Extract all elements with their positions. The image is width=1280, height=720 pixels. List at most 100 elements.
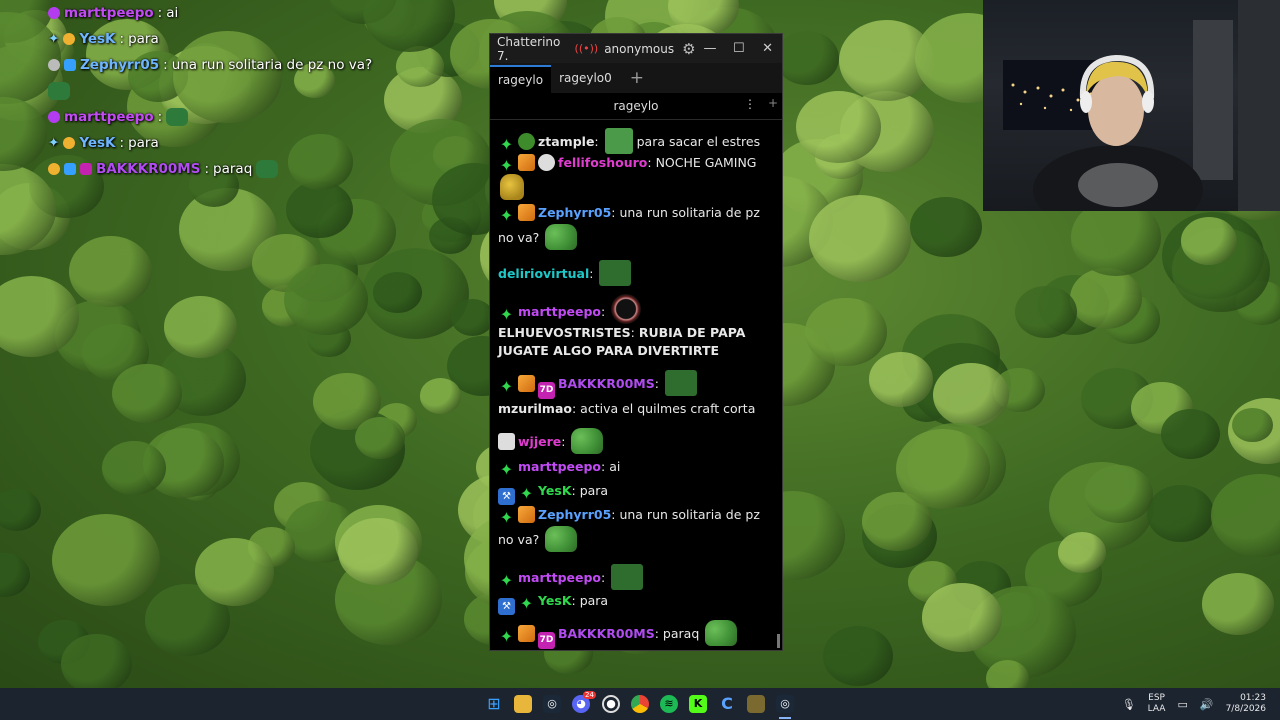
- username[interactable]: marttpeepo: [518, 459, 601, 474]
- chat-message[interactable]: ELHUEVOSTRISTES: RUBIA DE PAPA JUGATE AL…: [498, 324, 770, 360]
- message-text: NOCHE GAMING: [655, 155, 757, 170]
- maximize-button[interactable]: ☐: [724, 41, 753, 56]
- language-indicator[interactable]: ESP LAA: [1148, 693, 1166, 715]
- active-app-indicator: [779, 717, 791, 719]
- chat-message[interactable]: ✦ marttpeepo:: [498, 564, 770, 590]
- minimize-button[interactable]: —: [696, 41, 725, 56]
- gear-icon[interactable]: ⚙: [682, 40, 695, 58]
- hammer-badge-icon: ⚒: [498, 488, 515, 505]
- sparkle-badge-icon: ✦: [48, 135, 60, 151]
- steam-icon[interactable]: ◎: [543, 695, 561, 713]
- badge-icon: [64, 163, 76, 175]
- username[interactable]: Zephyrr05: [538, 507, 611, 522]
- chat-message[interactable]: wjjere:: [498, 428, 770, 454]
- chat-message[interactable]: mzurilmao: activa el quilmes craft corta: [498, 400, 770, 418]
- username[interactable]: YesK: [538, 593, 572, 608]
- chat-message[interactable]: ✦ 7D BAKKKR00MS:: [498, 370, 770, 399]
- username[interactable]: ztample: [538, 134, 594, 149]
- overlay-username: YesK: [79, 135, 116, 151]
- overlay-chat-line: marttpeepo:: [48, 104, 488, 130]
- username[interactable]: BAKKKR00MS: [558, 376, 655, 391]
- overlay-chat-line: Zephyrr05: una run solitaria de pz no va…: [48, 52, 488, 78]
- kick-icon[interactable]: K: [689, 695, 707, 713]
- sparkle-badge-icon: ✦: [499, 508, 514, 527]
- badge-icon: [64, 59, 76, 71]
- account-switcher[interactable]: anonymous: [604, 42, 674, 56]
- chrome-icon[interactable]: [631, 695, 649, 713]
- message-text: para: [579, 483, 609, 498]
- chat-message[interactable]: ✦ Zephyrr05: una run solitaria de pz no v…: [498, 506, 770, 552]
- network-icon[interactable]: ▭: [1177, 698, 1187, 711]
- message-text: para sacar el estres: [636, 134, 761, 149]
- username[interactable]: marttpeepo: [518, 304, 601, 319]
- taskbar: ⊞ ◎ ◕ 24 ● ≋ K C ◎ 🎙 ESP LAA ▭ 🔊 01:23 7…: [0, 688, 1280, 720]
- chat-message[interactable]: ⚒ ✦ YesK: para: [498, 592, 770, 615]
- username[interactable]: BAKKKR00MS: [558, 626, 655, 641]
- cat-badge-icon: [498, 433, 515, 450]
- sparkle-badge-icon: ✦: [499, 377, 514, 396]
- spotify-icon[interactable]: ≋: [660, 695, 678, 713]
- sparkle-badge-icon: ✦: [499, 135, 514, 154]
- live-broadcast-icon: ((•)): [574, 42, 599, 55]
- box-badge-icon: [518, 375, 535, 392]
- add-split-button[interactable]: +: [768, 96, 778, 110]
- window-titlebar[interactable]: Chatterino 7. ((•)) anonymous ⚙ — ☐ ✕: [490, 34, 782, 63]
- badge-icon: [48, 7, 60, 19]
- close-button[interactable]: ✕: [753, 41, 782, 56]
- file-explorer-icon[interactable]: [514, 695, 532, 713]
- minecraft-icon[interactable]: [747, 695, 765, 713]
- username[interactable]: ELHUEVOSTRISTES: [498, 325, 631, 340]
- sparkle-badge-icon: ✦: [499, 206, 514, 225]
- chat-message[interactable]: ✦ ztample: para sacar el estres: [498, 128, 770, 154]
- message-list[interactable]: ✦ ztample: para sacar el estres ✦ fellifos…: [490, 122, 782, 650]
- overlay-chat-line: marttpeepo: ai: [48, 0, 488, 26]
- chat-message[interactable]: ✦ 7D BAKKKR00MS: paraq: [498, 620, 770, 649]
- pink-badge-icon: 7D: [538, 382, 555, 399]
- chatterino-icon[interactable]: C: [718, 695, 736, 713]
- cat-badge-icon: [538, 154, 555, 171]
- chat-message[interactable]: ⚒ ✦ YesK: para: [498, 482, 770, 505]
- username[interactable]: wjjere: [518, 434, 561, 449]
- username[interactable]: marttpeepo: [518, 570, 601, 585]
- box-badge-icon: [518, 154, 535, 171]
- channel-name[interactable]: rageylo: [490, 99, 782, 113]
- tab-rageylo0[interactable]: rageylo0: [551, 65, 620, 93]
- chat-message[interactable]: ✦ marttpeepo: ai: [498, 458, 770, 478]
- microphone-icon[interactable]: 🎙: [1122, 698, 1136, 711]
- message-text: paraq: [662, 626, 700, 641]
- pepe-emote-icon: [48, 82, 70, 100]
- alien-badge-icon: [518, 133, 535, 150]
- chat-message[interactable]: ✦ fellifoshouro: NOCHE GAMING: [498, 154, 770, 200]
- username[interactable]: Zephyrr05: [538, 205, 611, 220]
- more-vertical-icon[interactable]: ⋮: [744, 97, 756, 111]
- add-tab-button[interactable]: +: [630, 65, 644, 93]
- clock[interactable]: 01:23 7/8/2026: [1226, 693, 1266, 715]
- username[interactable]: YesK: [538, 483, 572, 498]
- username[interactable]: fellifoshouro: [558, 155, 647, 170]
- volume-icon[interactable]: 🔊: [1200, 698, 1214, 711]
- scrollbar[interactable]: [777, 634, 780, 648]
- badge-icon: [63, 137, 76, 149]
- sparkle-badge-icon: ✦: [499, 305, 514, 324]
- message-text: ai: [609, 459, 621, 474]
- windows-start-icon[interactable]: ⊞: [485, 695, 503, 713]
- obs-icon[interactable]: ●: [602, 695, 620, 713]
- chat-message[interactable]: deliriovirtual:: [498, 260, 770, 286]
- overlay-message-text: para: [128, 31, 159, 47]
- badge-icon: [48, 59, 60, 71]
- tab-rageylo[interactable]: rageylo: [490, 65, 552, 93]
- pink-badge-icon: 7D: [538, 632, 555, 649]
- pepe-emote-image: [611, 564, 644, 590]
- split-header: rageylo ⋮ +: [490, 93, 782, 120]
- username[interactable]: deliriovirtual: [498, 266, 589, 281]
- box-badge-icon: [518, 204, 535, 221]
- notification-badge: 24: [583, 691, 596, 699]
- pepe-emote-icon: [256, 160, 279, 178]
- chat-message[interactable]: ✦ Zephyrr05: una run solitaria de pz no v…: [498, 204, 770, 250]
- duck-emote-image: [500, 174, 524, 200]
- app-title: Chatterino 7.: [497, 34, 561, 63]
- chat-message[interactable]: ✦ marttpeepo:: [498, 294, 770, 324]
- emote-image: [604, 128, 633, 154]
- steam-app-icon[interactable]: ◎: [776, 695, 794, 713]
- username[interactable]: mzurilmao: [498, 401, 572, 416]
